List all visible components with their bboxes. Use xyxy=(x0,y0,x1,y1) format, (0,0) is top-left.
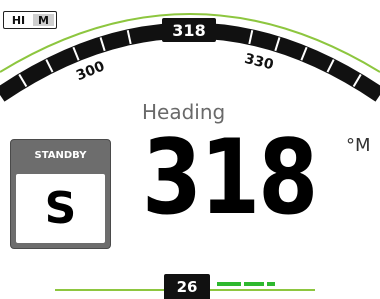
standby-title: STANDBY xyxy=(34,150,87,161)
compass-scale-label-330: 330 xyxy=(243,51,275,74)
current-heading-indicator: 318 xyxy=(162,18,216,42)
rudder-bar-segment xyxy=(244,282,264,286)
autopilot-screen: 300 330 HI M 318 Heading 318 °M STANDBY … xyxy=(0,0,380,299)
mode-m-option[interactable]: M xyxy=(33,14,54,27)
standby-mode-panel[interactable]: STANDBY S xyxy=(10,139,111,249)
heading-unit: °M xyxy=(346,135,371,156)
hi-m-mode-toggle[interactable]: HI M xyxy=(3,11,57,29)
standby-mode-box: S xyxy=(16,174,105,243)
rudder-value-box: 26 xyxy=(164,274,210,299)
compass-scale-label-300: 300 xyxy=(74,58,107,84)
mode-hi-option[interactable]: HI xyxy=(4,12,33,28)
rudder-bar-segment xyxy=(267,282,275,286)
rudder-bar-segment xyxy=(217,282,241,286)
heading-value: 318 xyxy=(142,118,318,238)
mode-letter: S xyxy=(44,183,77,234)
